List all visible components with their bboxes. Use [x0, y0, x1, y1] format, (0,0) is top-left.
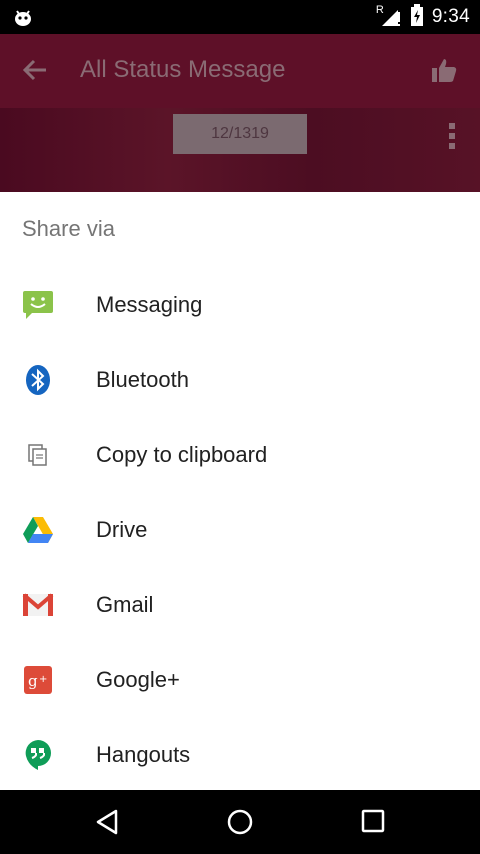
android-debug-icon: [12, 7, 34, 34]
signal-roaming-icon: R: [376, 4, 402, 28]
share-item-label: Gmail: [96, 592, 154, 617]
share-item-copy-to-clipboard[interactable]: Copy to clipboard: [0, 417, 480, 492]
share-item-messaging[interactable]: Messaging: [0, 267, 480, 342]
home-circle-icon[interactable]: [226, 808, 254, 841]
back-triangle-icon[interactable]: [94, 808, 120, 841]
share-item-hangouts[interactable]: Hangouts: [0, 717, 480, 792]
share-item-gmail[interactable]: Gmail: [0, 567, 480, 642]
messaging-icon: [22, 289, 54, 321]
clipboard-icon: [22, 439, 54, 471]
share-sheet: Share via Messaging Bluetooth Copy to cl…: [0, 192, 480, 790]
share-item-google-plus[interactable]: g + Google+: [0, 642, 480, 717]
drive-icon: [22, 514, 54, 546]
share-item-label: Messaging: [96, 292, 203, 317]
overflow-menu-icon[interactable]: [448, 122, 456, 155]
app-bar: All Status Message: [0, 34, 480, 108]
share-item-label: Google+: [96, 667, 180, 692]
share-item-drive[interactable]: Drive: [0, 492, 480, 567]
status-bar: R 9:34: [0, 0, 480, 34]
google-plus-icon: g +: [22, 664, 54, 696]
page-title: All Status Message: [80, 56, 286, 83]
navigation-bar: [0, 790, 480, 854]
share-item-bluetooth[interactable]: Bluetooth: [0, 342, 480, 417]
status-time: 9:34: [431, 6, 470, 27]
battery-charging-icon: [410, 3, 424, 31]
gmail-icon: [22, 589, 54, 621]
share-item-label: Bluetooth: [96, 367, 189, 392]
svg-text:g: g: [28, 672, 38, 690]
share-sheet-header: Share via: [22, 216, 115, 241]
share-item-label: Drive: [96, 517, 148, 542]
hangouts-icon: [22, 739, 54, 771]
message-counter: 12/1319: [173, 114, 307, 154]
recents-square-icon[interactable]: [360, 808, 386, 839]
thumbs-up-icon[interactable]: [430, 56, 458, 89]
back-arrow-icon[interactable]: [22, 58, 48, 87]
share-item-label: Hangouts: [96, 742, 191, 767]
bluetooth-icon: [22, 364, 54, 396]
background-content: 12/1319: [0, 108, 480, 192]
svg-text:+: +: [39, 674, 47, 685]
share-item-label: Copy to clipboard: [96, 442, 268, 467]
share-target-list: Messaging Bluetooth Copy to clipboard Dr…: [0, 267, 480, 792]
